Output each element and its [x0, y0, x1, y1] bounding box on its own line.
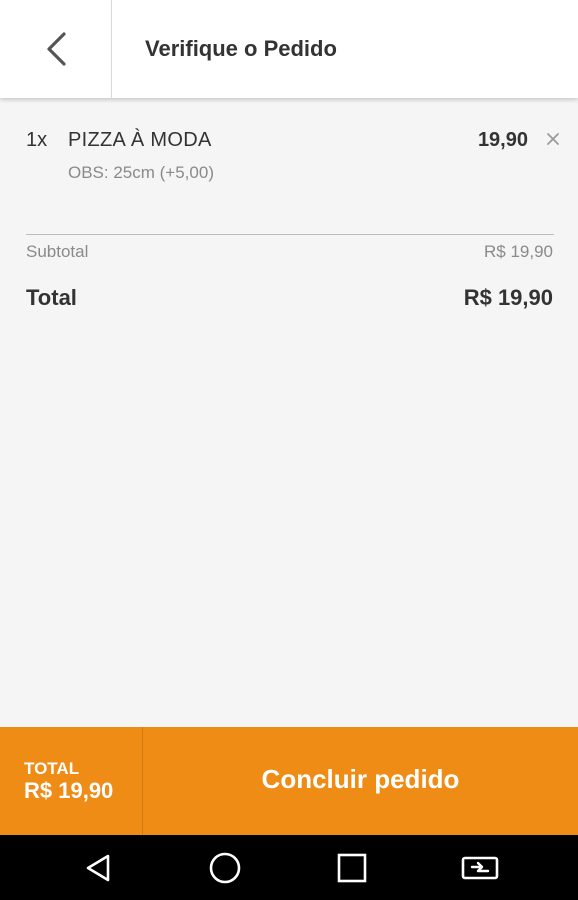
close-icon[interactable]	[544, 130, 562, 148]
order-item: 1x PIZZA À MODA OBS: 25cm (+5,00) 19,90	[26, 126, 566, 196]
nav-cast-button[interactable]	[450, 835, 510, 900]
app-screen: Verifique o Pedido 1x PIZZA À MODA OBS: …	[0, 0, 578, 900]
item-quantity: 1x	[26, 129, 48, 151]
checkout-total-value: R$ 19,90	[24, 778, 114, 803]
subtotal-label: Subtotal	[26, 242, 89, 261]
system-navigation-bar	[0, 835, 578, 900]
checkout-total: TOTAL R$ 19,90	[0, 727, 143, 835]
item-price: 19,90	[477, 129, 528, 151]
screen-cast-icon	[461, 856, 499, 879]
nav-home-button[interactable]	[195, 835, 255, 900]
conclude-order-button[interactable]: Concluir pedido	[143, 727, 578, 835]
page-title: Verifique o Pedido	[145, 36, 337, 61]
back-button[interactable]	[0, 0, 112, 98]
chevron-left-icon	[46, 32, 66, 66]
home-circle-icon	[209, 852, 241, 883]
total-value: R$ 19,90	[463, 285, 553, 310]
subtotal-value: R$ 19,90	[484, 242, 553, 261]
recents-square-icon	[337, 853, 367, 882]
summary-divider	[26, 234, 554, 235]
total-label: Total	[26, 285, 77, 310]
item-name: PIZZA À MODA	[68, 129, 212, 151]
nav-back-button[interactable]	[68, 835, 128, 900]
item-observation: OBS: 25cm (+5,00)	[68, 163, 214, 182]
back-triangle-icon	[86, 854, 110, 881]
top-app-bar: Verifique o Pedido	[0, 0, 578, 98]
order-review: 1x PIZZA À MODA OBS: 25cm (+5,00) 19,90 …	[0, 98, 578, 726]
checkout-total-label: TOTAL	[24, 759, 80, 778]
nav-recents-button[interactable]	[322, 835, 382, 900]
checkout-bar: TOTAL R$ 19,90 Concluir pedido	[0, 727, 578, 835]
